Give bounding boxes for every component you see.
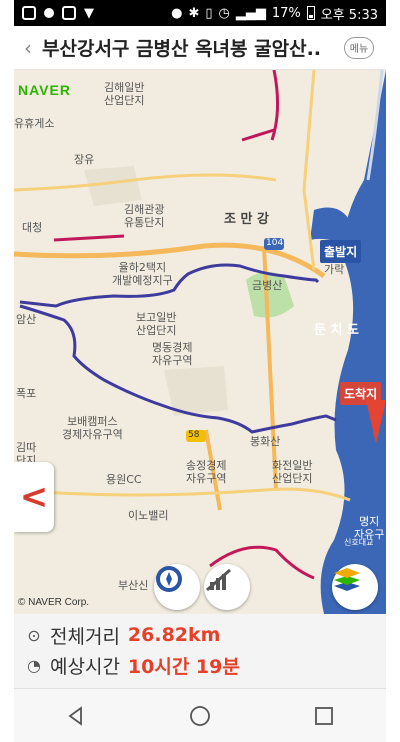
road-badge-104: 104 [266,238,284,248]
distance-row: ⊙ 전체거리 26.82km [24,620,376,650]
map-label-bohae: 보배캠퍼스 경제자유구역 [62,415,123,441]
map-label-myeongdong: 명동경제 자유구역 [152,341,193,367]
distance-icon: ⊙ [27,625,41,645]
distance-label: 전체거리 [50,625,120,648]
location-icon: ● [171,5,183,21]
elevation-button[interactable] [204,564,250,610]
nav-back-button[interactable] [56,696,96,736]
layers-icon [334,568,360,591]
app-header: ‹ 부산강서구 금병산 옥녀봉 굴암산.. 메뉴 [14,26,386,70]
map-label-joman-gang: 조 만 강 [224,212,269,227]
status-left-icons: ▼ [22,6,94,21]
road-badge-58: 58 [188,430,200,440]
map-label-daecheong: 대청 [22,221,43,234]
map-label-bonghwasan: 봉화산 [250,435,281,448]
gallery-icon [62,6,76,20]
route-info-panel: ⊙ 전체거리 26.82km ◔ 예상시간 10시간 19분 [14,614,386,688]
map-label-busan-sinsi: 부산신 [118,579,149,592]
recents-square-icon [315,706,333,725]
start-marker[interactable]: 출발지 [320,240,362,263]
nav-home-button[interactable] [180,696,220,736]
distance-value: 26.82km [127,624,221,646]
map-label-jangyu: 장유 [74,153,95,166]
back-triangle-icon [68,705,82,726]
map-label-inovalley: 이노밸리 [128,509,169,522]
alarm-icon: ◷ [218,5,230,21]
wifi-icon: ▼ [84,5,94,21]
naver-logo: NAVER [18,82,71,98]
chevron-left-icon: < [19,477,49,517]
clock: 오후 5:33 [320,7,378,23]
compass-icon [156,566,182,592]
menu-button[interactable]: 메뉴 [344,36,374,59]
signal-icon: ▂▄▆ [235,5,266,21]
map-label-sinhodaegyo: 신호대교 [344,538,374,547]
back-arrow-icon[interactable]: ‹ [14,36,42,60]
nav-recents-button[interactable] [304,696,344,736]
app-notification-icon [22,6,36,20]
destination-pin-icon[interactable] [366,400,386,444]
compass-button[interactable] [154,564,200,610]
status-bar: ▼ ● ✱ ▯ ◷ ▂▄▆ 17% 오후 5:33 [14,0,386,26]
battery-icon [306,6,315,20]
map-label-gimhae-ilban: 김해일반 산업단지 [104,81,145,107]
page-title: 부산강서구 금병산 옥녀봉 굴암산.. [42,38,322,60]
map-view[interactable]: NAVER 장유 유휴게소 김해일반 산업단지 김해관광 유통단지 대청 조 만… [14,70,386,614]
map-label-bogoilban: 보고일반 산업단지 [136,311,177,337]
notification-dot-icon [44,8,54,18]
map-label-dunchido: 둔 치 도 [314,323,359,338]
time-row: ◔ 예상시간 10시간 19분 [24,650,376,680]
time-label: 예상시간 [50,655,120,678]
map-label-restarea: 유휴게소 [14,117,55,130]
system-navbar [14,688,386,742]
map-label-pokpo: 폭포 [16,387,37,400]
map-label-songjeong: 송정경제 자유구역 [186,459,227,485]
map-label-gaak: 가락 [324,263,345,276]
map-copyright: © NAVER Corp. [18,597,90,608]
prev-route-button[interactable]: < [14,462,54,532]
layers-button[interactable] [332,564,378,610]
map-label-gimhae-gwangwang: 김해관광 유통단지 [124,203,165,229]
time-value: 10시간 19분 [127,655,240,678]
status-right-icons: ● ✱ ▯ ◷ ▂▄▆ 17% 오후 5:33 [171,4,378,23]
map-label-yongwon-cc: 용원CC [106,473,142,486]
map-label-amsan: 암산 [16,313,37,326]
map-label-geumbyeongsan: 금병산 [252,279,283,292]
map-label-yulha: 율하2택지 개발예정지구 [112,261,173,287]
vibrate-icon: ▯ [205,5,213,21]
bluetooth-icon: ✱ [188,5,200,21]
time-icon: ◔ [27,655,41,675]
home-circle-icon [190,705,210,726]
battery-percent: 17% [271,5,301,21]
elevation-icon [206,568,231,592]
map-canvas [14,70,386,614]
map-label-hwajeon: 화전일반 산업단지 [272,459,313,485]
